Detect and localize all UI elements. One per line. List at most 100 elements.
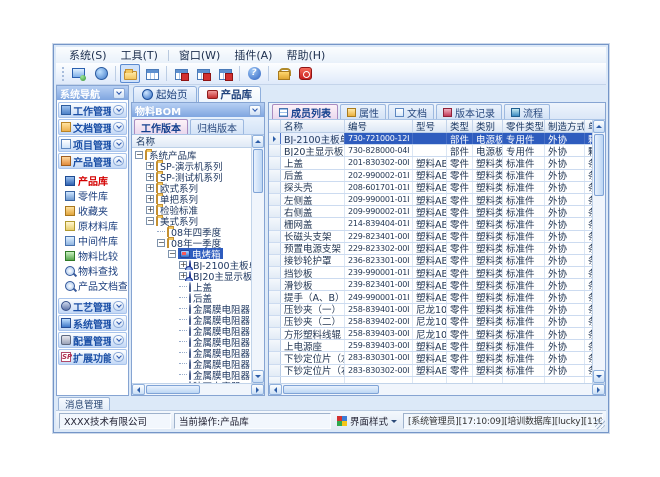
table-row[interactable]: BJ20主显示板730-828000-04I部件电源板专用件外协颗 — [269, 145, 592, 157]
tree-node[interactable]: 金属膜电阻器 — [132, 303, 251, 314]
table-row[interactable]: 右侧盖209-990002-01I塑料ABS零件塑料类标准件外协条 — [269, 206, 592, 218]
section-toggle-button[interactable] — [113, 105, 124, 115]
section-toggle-button[interactable] — [113, 335, 124, 345]
table-row[interactable]: 压钞夹（二）258-839402-00I尼龙1010零件塑料类标准件外协条 — [269, 316, 592, 328]
tree-node[interactable]: 后盖 — [132, 292, 251, 303]
table-row[interactable]: 后盖202-990002-01I塑料ABS零件塑料类标准件外协条 — [269, 170, 592, 182]
column-header-名称[interactable]: 名称 — [281, 120, 345, 132]
table-row[interactable]: 预置电源支架229-823302-00I塑料ABS零件塑料类标准件外协条 — [269, 243, 592, 255]
bom-panel-button[interactable] — [249, 105, 261, 116]
table-row[interactable]: 栅网盖214-839404-01I塑料ABS零件塑料类标准件外协条 — [269, 218, 592, 230]
tab-产品库[interactable]: 产品库 — [198, 86, 262, 102]
tree-node[interactable]: 金属膜电阻器 — [132, 336, 251, 347]
scroll-thumb[interactable] — [594, 134, 604, 196]
tree-node[interactable]: 金属膜电阻器 — [132, 325, 251, 336]
table-row[interactable]: 长磁头支架229-823401-00I塑料ABS零件塑料类标准件外协条 — [269, 231, 592, 243]
tree-vertical-scrollbar[interactable] — [251, 135, 264, 383]
table-row[interactable]: 探头壳208-601701-01I塑料ABS零件塑料类标准件外协条 — [269, 182, 592, 194]
scroll-thumb[interactable] — [146, 385, 200, 394]
scroll-thumb[interactable] — [283, 385, 379, 394]
table-row[interactable]: 接钞轮护罩236-823301-00I塑料ABS零件塑料类标准件外协条 — [269, 255, 592, 267]
tree-node[interactable]: −电烤箱 — [132, 248, 251, 259]
sidebar-collapse-button[interactable] — [113, 88, 125, 99]
section-toggle-button[interactable] — [113, 122, 124, 132]
tree-node[interactable]: 金属膜电阻器 — [132, 358, 251, 369]
scroll-down-button[interactable] — [593, 370, 605, 383]
tree-horizontal-scrollbar[interactable] — [132, 383, 264, 395]
tree-node[interactable]: +SP-演示机系列 — [132, 160, 251, 171]
detail-tab-版本记录[interactable]: 版本记录 — [436, 104, 502, 119]
column-header-型号[interactable]: 型号 — [413, 120, 447, 132]
tree-node[interactable]: 金属膜电阻器 — [132, 314, 251, 325]
menu-item[interactable]: 工具(T) — [114, 48, 165, 63]
scroll-down-button[interactable] — [252, 370, 264, 383]
tree-node[interactable]: −08年一季度 — [132, 237, 251, 248]
table-horizontal-scrollbar[interactable] — [269, 383, 605, 395]
scroll-left-button[interactable] — [269, 384, 282, 395]
sidebar-item-中间件库[interactable]: 中间件库 — [58, 233, 127, 248]
ui-style-selector[interactable]: 界面样式 — [334, 413, 400, 429]
sidebar-item-物料比较[interactable]: 物料比较 — [58, 248, 127, 263]
tree-node[interactable]: +单把系列 — [132, 193, 251, 204]
tree-node[interactable]: 金属膜电阻器 — [132, 347, 251, 358]
tree-node[interactable]: +BJ20主显示板 — [132, 270, 251, 281]
tree-node[interactable]: −美式系列 — [132, 215, 251, 226]
tree-expander-plus[interactable]: + — [146, 195, 154, 203]
table-row[interactable]: 挡钞板239-990001-01I塑料ABS零件塑料类标准件外协条 — [269, 267, 592, 279]
version-tab-归档版本[interactable]: 归档版本 — [190, 119, 244, 134]
tree-expander-plus[interactable]: + — [146, 173, 154, 181]
sidebar-item-产品文档查找[interactable]: 产品文档查找 — [58, 278, 127, 293]
tree-node[interactable]: +BJ-2100主板单点 — [132, 259, 251, 270]
scroll-right-button[interactable] — [251, 384, 264, 395]
tree-expander-plus[interactable]: + — [146, 184, 154, 192]
table-row[interactable]: BJ-2100主板单点730-721000-12I部件电源板专用件外协颗 — [269, 133, 592, 145]
sidebar-item-原材料库[interactable]: 原材料库 — [58, 218, 127, 233]
scroll-up-button[interactable] — [593, 120, 605, 133]
workspace-button[interactable] — [69, 64, 89, 83]
open-library-button[interactable] — [120, 64, 140, 83]
section-toggle-button[interactable] — [113, 318, 124, 328]
tree-expander-minus[interactable]: − — [135, 151, 143, 159]
nav-section-工作管理[interactable]: 工作管理 — [58, 102, 127, 118]
table-row[interactable]: 下钞定位片（右）283-830302-00I塑料ABS零件塑料类标准件外协条 — [269, 365, 592, 377]
table-row[interactable]: 下钞定位片（左）283-830301-00I塑料ABS零件塑料类标准件外协条 — [269, 352, 592, 364]
exit-button[interactable] — [295, 64, 315, 83]
scroll-left-button[interactable] — [132, 384, 145, 395]
sidebar-item-产品库[interactable]: 产品库 — [58, 173, 127, 188]
section-toggle-button[interactable] — [113, 301, 124, 311]
tree-expander-plus[interactable]: + — [146, 206, 154, 214]
help-button[interactable] — [244, 64, 264, 83]
table-edit-button[interactable] — [193, 64, 213, 83]
tree-node[interactable]: +SP-测试机系列 — [132, 171, 251, 182]
column-header-类别[interactable]: 类别 — [473, 120, 503, 132]
nav-section-配置管理[interactable]: 配置管理 — [58, 332, 127, 348]
data-table-button[interactable] — [142, 64, 162, 83]
table-row[interactable]: 压钞夹（一）258-839401-00I尼龙1010零件塑料类标准件外协条 — [269, 304, 592, 316]
nav-section-系统管理[interactable]: 系统管理 — [58, 315, 127, 331]
detail-tab-成员列表[interactable]: 成员列表 — [272, 104, 338, 119]
column-header-零件类型[interactable]: 零件类型 — [503, 120, 545, 132]
table-row[interactable]: 左侧盖209-990001-01I塑料ABS零件塑料类标准件外协条 — [269, 194, 592, 206]
menu-item[interactable]: 帮助(H) — [279, 48, 332, 63]
lock-button[interactable] — [273, 64, 293, 83]
web-button[interactable] — [91, 64, 111, 83]
sidebar-item-收藏夹[interactable]: 收藏夹 — [58, 203, 127, 218]
detail-tab-流程[interactable]: 流程 — [504, 104, 550, 119]
tree-node[interactable]: −系统产品库 — [132, 149, 251, 160]
scroll-right-button[interactable] — [592, 384, 605, 395]
tree-node[interactable]: +检验标准 — [132, 204, 251, 215]
column-header-单位[interactable]: 单位 — [585, 120, 592, 132]
section-toggle-button[interactable] — [113, 156, 124, 166]
tree-expander-minus[interactable]: − — [146, 217, 154, 225]
nav-section-产品管理[interactable]: 产品管理 — [58, 153, 127, 169]
table-row[interactable]: 上电源座259-839403-00I塑料ABS零件塑料类标准件外协条 — [269, 340, 592, 352]
resize-grip[interactable] — [595, 419, 605, 429]
message-manager-tab[interactable]: 消息管理 — [58, 397, 110, 410]
nav-section-扩展功能[interactable]: 扩展功能 — [58, 349, 127, 365]
nav-section-项目管理[interactable]: 项目管理 — [58, 136, 127, 152]
menu-item[interactable]: 系统(S) — [62, 48, 114, 63]
scroll-thumb[interactable] — [253, 149, 263, 193]
table-row[interactable]: 上盖201-830302-00I塑料ABS零件塑料类标准件外协条 — [269, 157, 592, 169]
table-vertical-scrollbar[interactable] — [592, 120, 605, 383]
menu-item[interactable]: 窗口(W) — [172, 48, 227, 63]
